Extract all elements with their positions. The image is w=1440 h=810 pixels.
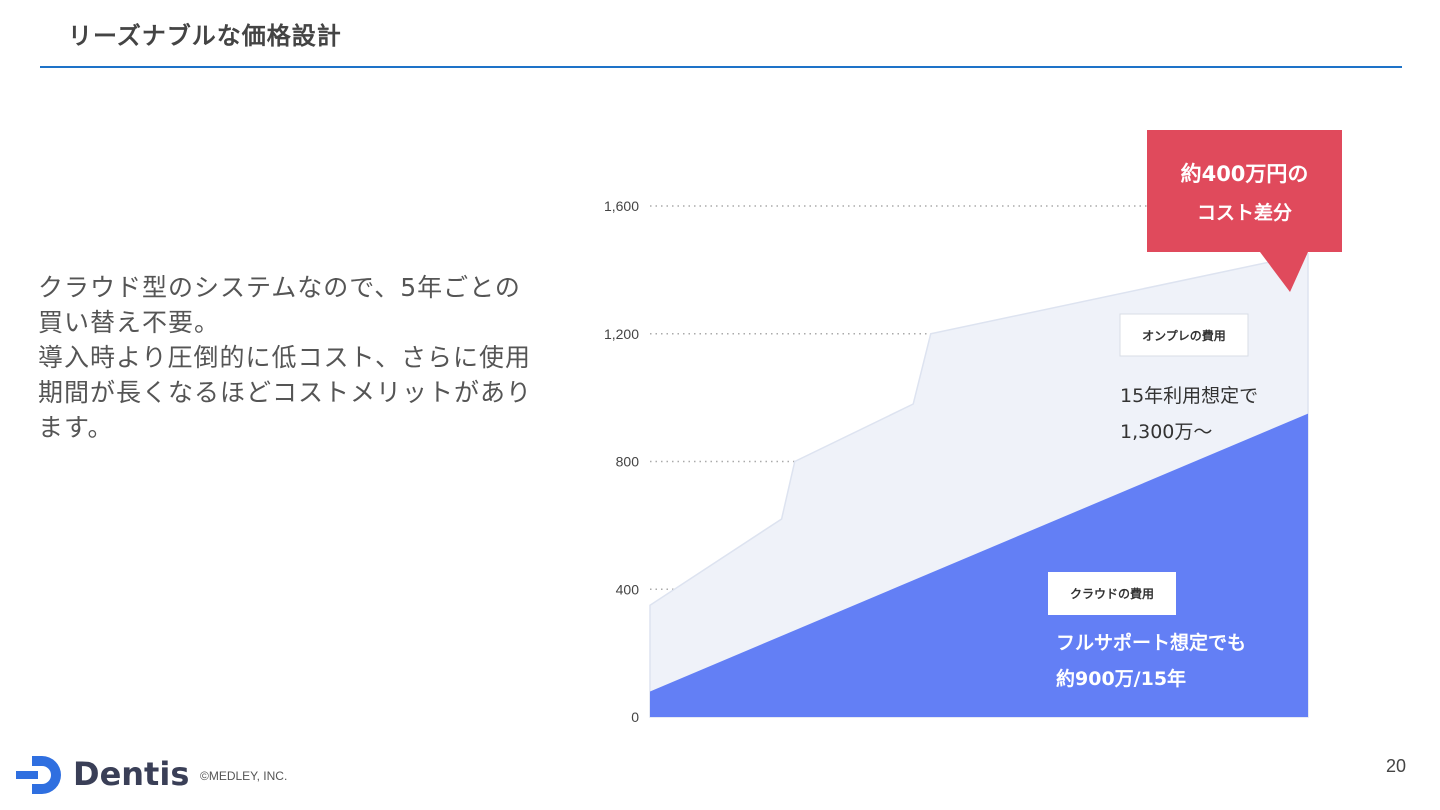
body-line-1: クラウド型のシステムなので、5年ごとの買い替え不要。 xyxy=(38,273,521,337)
callout-line-2: コスト差分 xyxy=(1197,201,1292,224)
y-tick-label: 400 xyxy=(616,581,640,597)
brand-name: Dentis xyxy=(73,755,190,793)
onprem-series-label: オンプレの費用 xyxy=(1142,328,1226,343)
cost-difference-callout xyxy=(1147,130,1342,252)
y-tick-label: 1,600 xyxy=(604,198,639,214)
cloud-series-label: クラウドの費用 xyxy=(1070,586,1154,601)
callout-line-1: 約400万円の xyxy=(1181,162,1309,186)
title-divider xyxy=(40,66,1402,68)
onprem-note-line-1: 15年利用想定で xyxy=(1120,385,1258,407)
y-tick-label: 1,200 xyxy=(604,326,639,342)
page-title: リーズナブルな価格設計 xyxy=(68,22,342,50)
body-line-2: 導入時より圧倒的に低コスト、さらに使用期間が長くなるほどコストメリットがあります… xyxy=(38,343,533,442)
onprem-note-line-2: 1,300万〜 xyxy=(1120,421,1212,443)
dentis-logo-icon xyxy=(16,756,61,794)
cloud-note-line-2: 約900万/15年 xyxy=(1056,667,1186,690)
y-tick-label: 0 xyxy=(631,709,639,725)
cost-comparison-chart: 0 400 800 1,200 1,600 約400万円のコスト差分オンプレの費用 15年… xyxy=(604,130,1342,725)
page-number: 20 xyxy=(1385,756,1406,776)
body-text: クラウド型のシステムなので、5年ごとの買い替え不要。 導入時より圧倒的に低コスト… xyxy=(38,270,538,445)
cloud-note-line-1: フルサポート想定でも xyxy=(1056,631,1246,654)
copyright: ©MEDLEY, INC. xyxy=(200,769,288,783)
y-tick-label: 800 xyxy=(616,454,640,470)
